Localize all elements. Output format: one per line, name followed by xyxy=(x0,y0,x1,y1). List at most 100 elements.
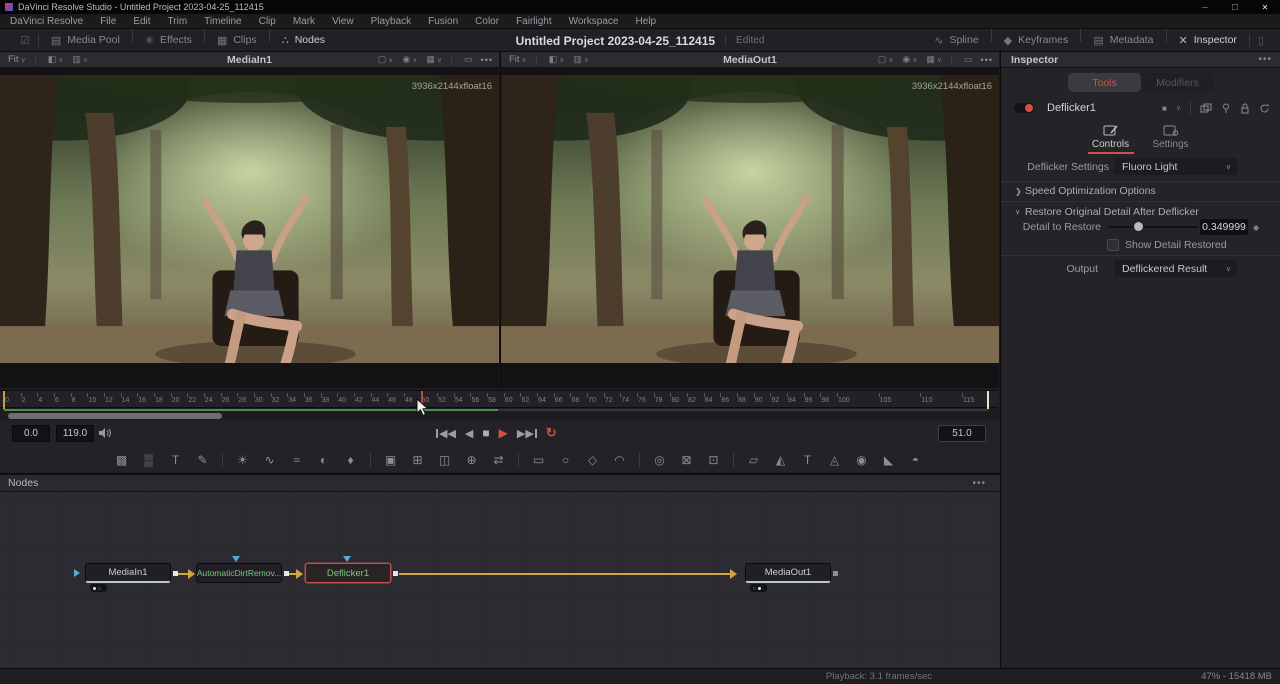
loop-button[interactable]: ↻ xyxy=(546,424,557,442)
polygon-mask-icon[interactable]: ◇ xyxy=(579,453,606,467)
toolbar-effects-button[interactable]: ✳Effects xyxy=(133,29,204,51)
ellipse-mask-icon[interactable]: ○ xyxy=(552,453,579,467)
minimize-button[interactable]: ─ xyxy=(1190,0,1220,14)
range-out-field[interactable]: 119.0 xyxy=(56,425,94,442)
expand-viewer-icon[interactable]: ▭ xyxy=(464,54,473,65)
viewer-left-canvas[interactable]: 3936x2144xfloat16 xyxy=(0,68,499,388)
close-button[interactable]: ✕ xyxy=(1250,0,1280,14)
deflicker-output-port[interactable] xyxy=(393,571,398,576)
roi-icon[interactable]: ▢ xyxy=(378,54,387,65)
color-controls-icon[interactable]: ◉ xyxy=(402,54,410,65)
node-mediaout1[interactable]: MediaOut1 xyxy=(745,563,831,583)
color-curves-icon[interactable]: ∿ xyxy=(256,453,283,467)
transform-icon[interactable]: ⇄ xyxy=(485,453,512,467)
go-to-end-button[interactable]: ▶▶ xyxy=(517,424,537,442)
toolbar-spline-button[interactable]: ∿Spline xyxy=(922,29,990,51)
menu-fairlight[interactable]: Fairlight xyxy=(516,16,552,27)
viewer-options-icon[interactable]: ••• xyxy=(981,55,993,65)
menu-workspace[interactable]: Workspace xyxy=(569,16,619,27)
timeline-scrollbar[interactable] xyxy=(8,413,222,419)
color-corrector-icon[interactable]: ☀ xyxy=(229,453,256,467)
camera-3d-icon[interactable]: ◉ xyxy=(848,453,875,467)
image-plane-3d-icon[interactable]: ▱ xyxy=(740,453,767,467)
node-deflicker1[interactable]: Deflicker1 xyxy=(305,563,391,583)
node-enable-toggle[interactable] xyxy=(1014,103,1034,113)
ab-buffer-icon[interactable]: ◧ xyxy=(549,54,558,65)
timeline-ruler[interactable]: 0246810121416182022242628303234363840424… xyxy=(0,390,998,408)
detail-to-restore-value[interactable]: 0.349999 xyxy=(1200,219,1248,235)
range-in-marker[interactable] xyxy=(3,391,5,409)
fast-noise-icon[interactable]: ▒ xyxy=(135,453,162,467)
tab-controls[interactable]: Controls xyxy=(1088,122,1134,154)
merge-3d-icon[interactable]: ◬ xyxy=(821,453,848,467)
reset-icon[interactable] xyxy=(1259,103,1270,114)
menu-view[interactable]: View xyxy=(332,16,354,27)
toolbar-nodes-button[interactable]: ∴Nodes xyxy=(270,29,337,51)
color-controls-icon[interactable]: ◉ xyxy=(902,54,910,65)
range-in-field[interactable]: 0.0 xyxy=(12,425,50,442)
menu-mark[interactable]: Mark xyxy=(293,16,315,27)
roi-icon[interactable]: ▢ xyxy=(878,54,887,65)
shape-3d-icon[interactable]: ◭ xyxy=(767,453,794,467)
toolbar-metadata-button[interactable]: ▤Metadata xyxy=(1081,29,1165,51)
node-graph[interactable]: MediaIn1 AutomaticDirtRemov... Deflicker… xyxy=(0,492,1000,668)
safe-mode-icon[interactable]: ☑ xyxy=(12,34,38,47)
menu-timeline[interactable]: Timeline xyxy=(204,16,241,27)
viewer-right-canvas[interactable]: 3936x2144xfloat16 xyxy=(501,68,999,388)
pin-icon[interactable] xyxy=(1221,103,1231,114)
guides-icon[interactable]: ▦ xyxy=(426,54,435,65)
speed-optimization-section[interactable]: ❯ Speed Optimization Options xyxy=(1001,182,1280,200)
toolbar-media-pool-button[interactable]: ▤Media Pool xyxy=(39,29,132,51)
nodes-panel-options-icon[interactable]: ••• xyxy=(972,478,986,489)
rectangle-mask-icon[interactable]: ▭ xyxy=(525,453,552,467)
node-mediain1[interactable]: MediaIn1 xyxy=(85,563,171,583)
text-plus-icon[interactable]: T xyxy=(162,453,189,467)
dissolve-icon[interactable]: ⊞ xyxy=(404,453,431,467)
menu-fusion[interactable]: Fusion xyxy=(428,16,458,27)
lock-icon[interactable] xyxy=(1240,103,1250,114)
viewer-options-icon[interactable]: ••• xyxy=(481,55,493,65)
step-back-button[interactable]: ◀ xyxy=(465,424,473,442)
expand-viewer-icon[interactable]: ▭ xyxy=(964,54,973,65)
tab-tools[interactable]: Tools xyxy=(1068,73,1141,92)
tab-settings[interactable]: Settings xyxy=(1148,122,1194,154)
menu-clip[interactable]: Clip xyxy=(259,16,276,27)
tab-modifiers[interactable]: Modifiers xyxy=(1141,73,1214,92)
detail-to-restore-slider[interactable] xyxy=(1108,226,1198,228)
inspector-options-icon[interactable]: ••• xyxy=(1258,54,1272,65)
subview-icon[interactable]: ▥ xyxy=(72,54,81,65)
toolbar-clips-button[interactable]: ▦Clips xyxy=(205,29,269,51)
version-icon[interactable]: ■ xyxy=(1162,104,1167,113)
tracker-icon[interactable]: ◎ xyxy=(646,453,673,467)
blur-icon[interactable]: ♦ xyxy=(337,453,364,467)
play-button[interactable]: ▶ xyxy=(499,424,508,442)
guides-icon[interactable]: ▦ xyxy=(926,54,935,65)
show-detail-checkbox[interactable] xyxy=(1107,239,1119,251)
output-dropdown[interactable]: Deflickered Result ∨ xyxy=(1114,260,1237,277)
toolbar-keyframes-button[interactable]: ◆Keyframes xyxy=(992,29,1081,51)
menu-color[interactable]: Color xyxy=(475,16,499,27)
background-icon[interactable]: ▩ xyxy=(108,453,135,467)
brightness-contrast-icon[interactable]: ◐ xyxy=(310,453,337,467)
spot-light-icon[interactable]: ◣ xyxy=(875,453,902,467)
text-3d-icon[interactable]: T xyxy=(794,453,821,467)
merge-icon[interactable]: ▣ xyxy=(377,453,404,467)
current-frame-field[interactable]: 51.0 xyxy=(938,425,986,442)
slider-thumb[interactable] xyxy=(1134,222,1143,231)
toolbar-inspector-button[interactable]: ✕Inspector xyxy=(1167,29,1249,51)
ab-buffer-icon[interactable]: ◧ xyxy=(48,54,57,65)
keyframe-icon[interactable]: ◆ xyxy=(1253,223,1259,232)
go-to-start-button[interactable]: ◀◀ xyxy=(436,424,456,442)
channel-booleans-icon[interactable]: ⊕ xyxy=(458,453,485,467)
menu-davinci-resolve[interactable]: DaVinci Resolve xyxy=(10,16,83,27)
planar-transform-icon[interactable]: ⊡ xyxy=(700,453,727,467)
zoom-level-dropdown[interactable]: Fit xyxy=(509,54,520,65)
audio-mute-icon[interactable] xyxy=(98,427,112,439)
menu-help[interactable]: Help xyxy=(635,16,656,27)
zoom-level-dropdown[interactable]: Fit xyxy=(8,54,19,65)
subview-icon[interactable]: ▥ xyxy=(573,54,582,65)
maximize-button[interactable]: ☐ xyxy=(1220,0,1250,14)
versions-icon[interactable] xyxy=(1200,103,1212,114)
renderer-3d-icon[interactable]: ◓ xyxy=(902,453,929,467)
hue-curves-icon[interactable]: ≈ xyxy=(283,453,310,467)
